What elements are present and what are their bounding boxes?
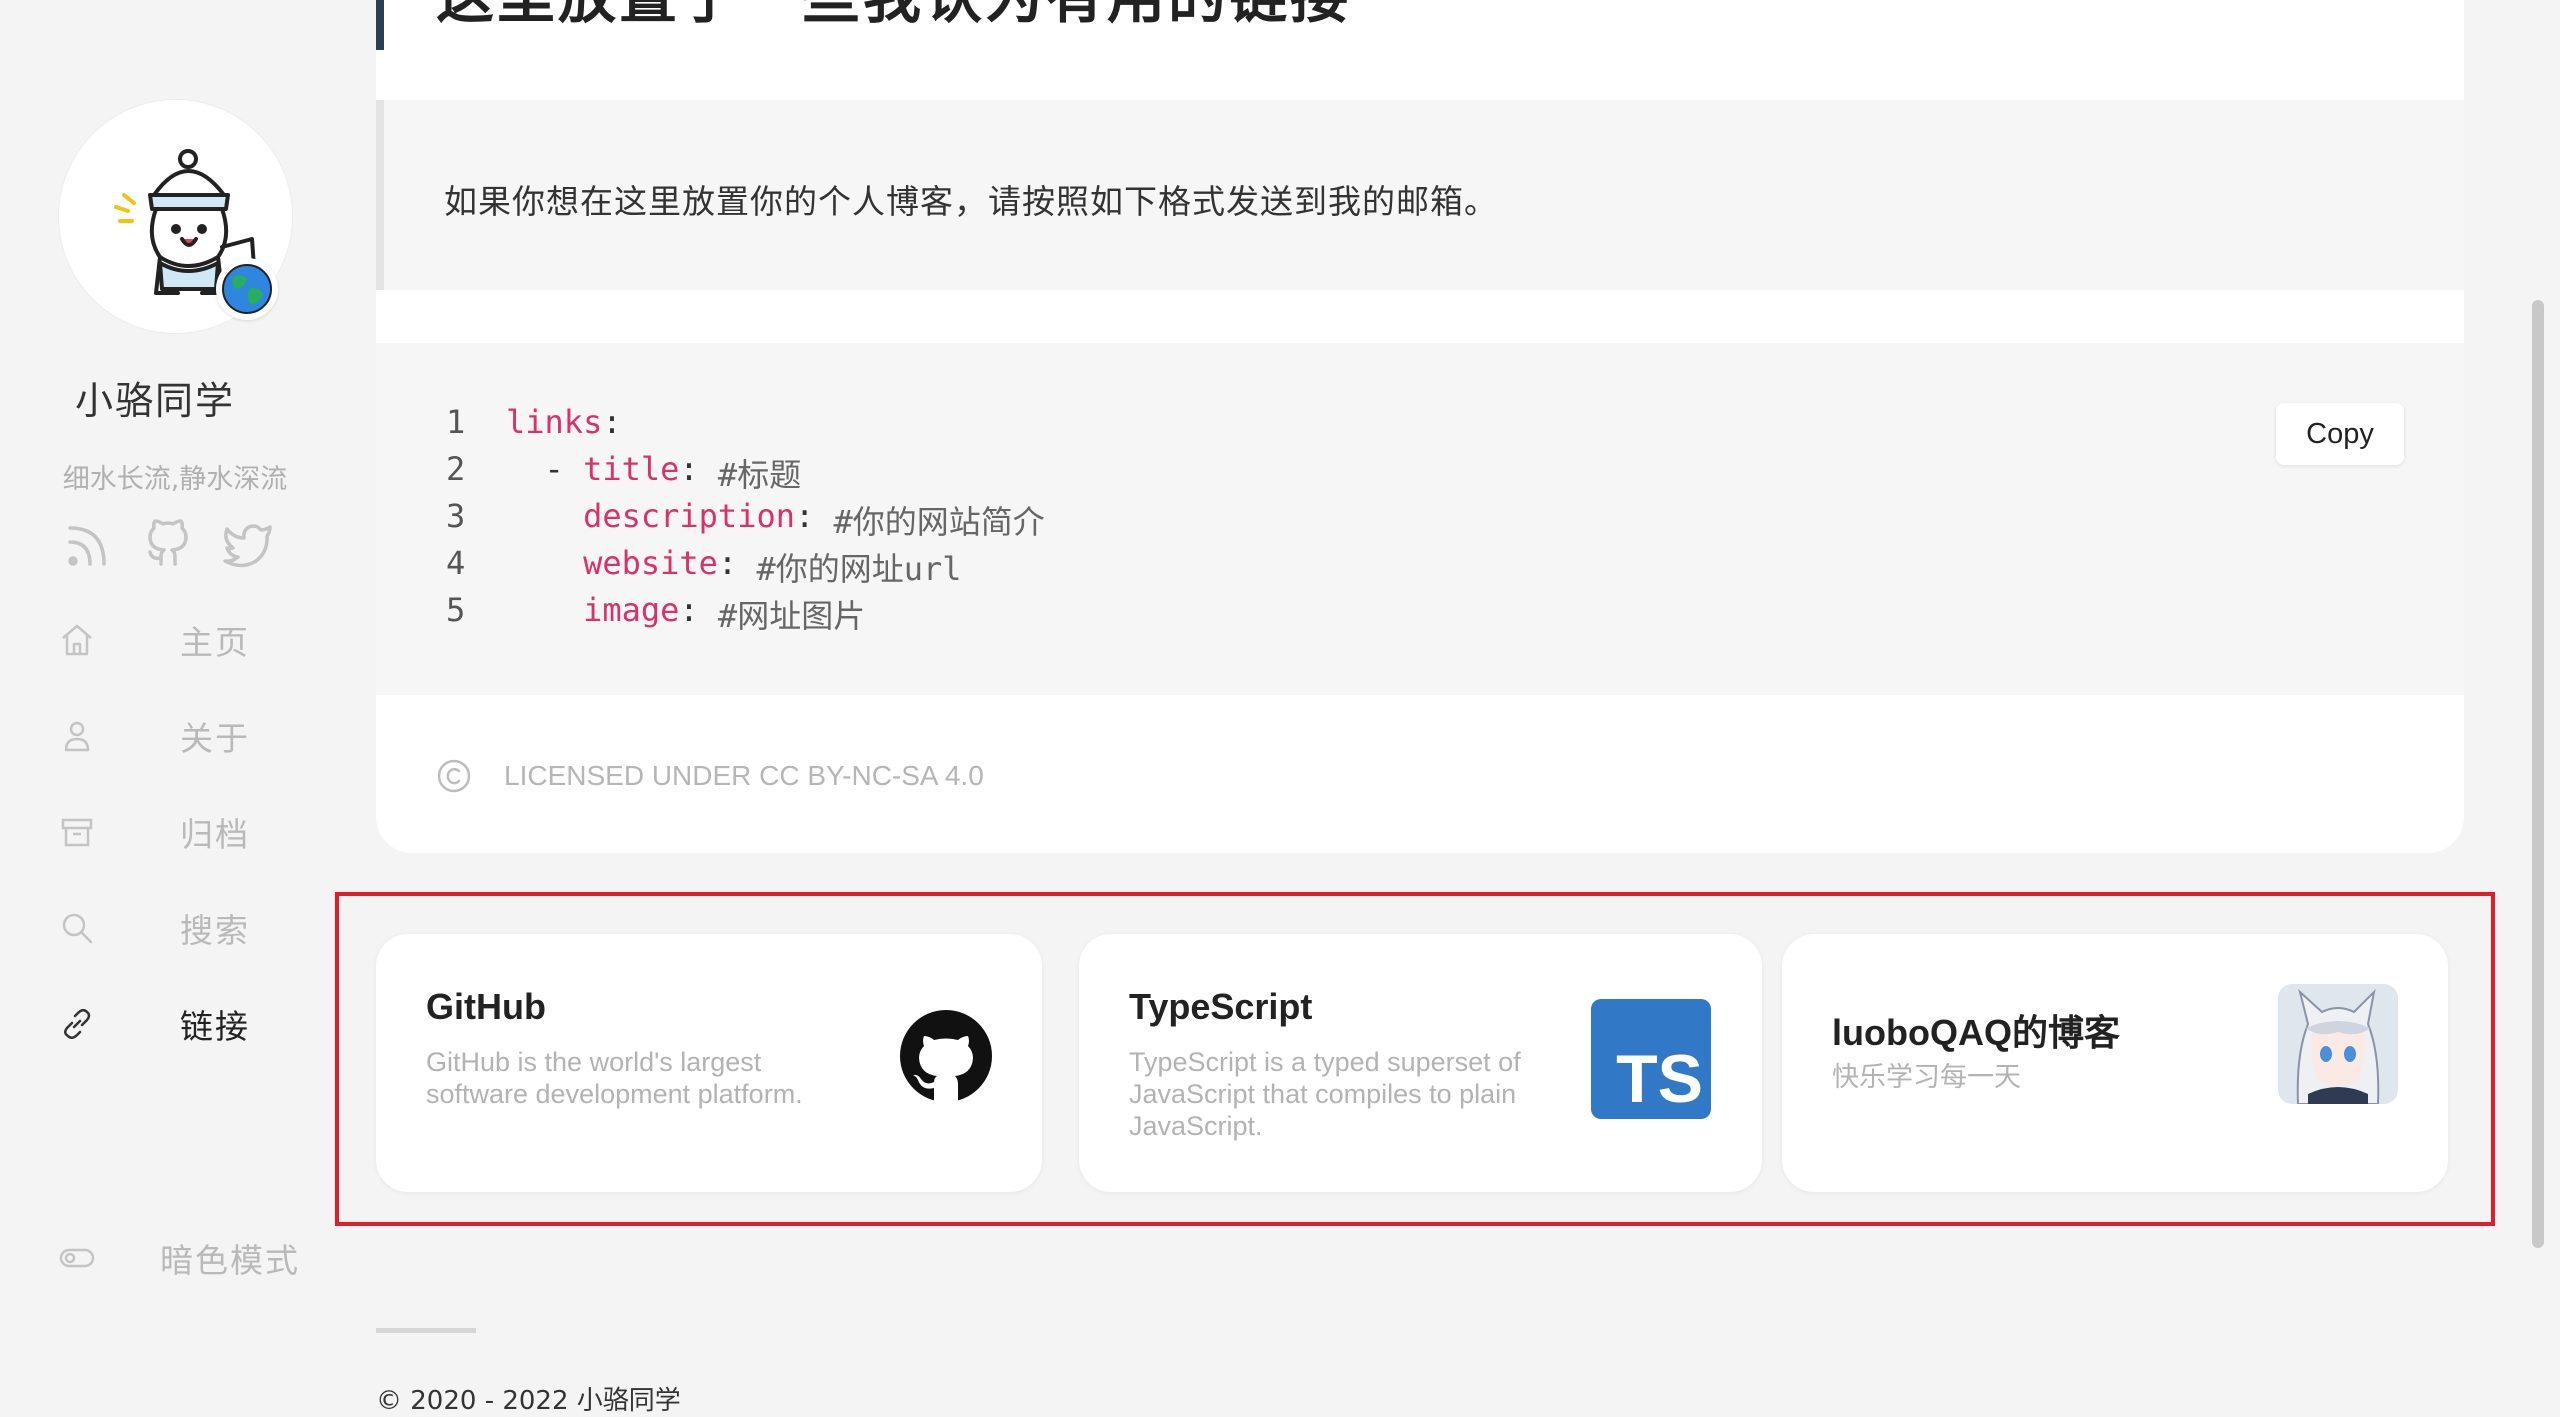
user-icon [64,721,90,752]
code-key: website [583,544,718,582]
footer-copyright: © 2020 - 2022 小骆同学 [376,1386,681,1416]
github-icon[interactable] [142,518,194,570]
nav-label-home: 主页 [180,623,250,662]
dark-mode-label: 暗色模式 [160,1241,300,1280]
site-name: 小骆同学 [74,379,235,423]
copyright-icon [437,759,471,793]
footer-divider [376,1328,476,1333]
home-icon [62,624,92,656]
title-accent-bar [376,0,384,50]
anime-avatar-image [2278,984,2398,1104]
line-number: 2 [446,450,466,488]
card-description: GitHub is the world's largest software d… [426,1047,803,1109]
code-sep: : [679,591,718,629]
card-title: TypeScript [1129,986,1313,1027]
code-sep: : [717,544,757,582]
line-number: 5 [446,591,466,629]
code-comment: #标题 [717,456,802,494]
link-icon [64,1009,91,1039]
rss-icon[interactable] [62,518,114,570]
typescript-logo-icon: TS [1591,999,1711,1119]
code-line: 4 website: #你的网址url [446,544,1045,591]
code-block: 1 links: 2 - title: #标题 3 description: #你… [376,343,2464,695]
dark-mode-toggle[interactable]: 暗色模式 [58,1228,318,1288]
search-icon [62,913,93,944]
scrollbar[interactable] [2532,300,2544,1248]
globe-badge-icon [216,258,278,320]
code-line: 2 - title: #标题 [446,450,1045,497]
page-title: 这里放置了一些我认为有用的链接 [436,0,1351,34]
nav-item-links[interactable]: 链接 [58,994,318,1054]
code-key: title [583,450,680,488]
social-links [62,518,274,570]
line-number: 4 [446,544,466,582]
card-description: TypeScript is a typed superset of JavaSc… [1129,1047,1521,1141]
code-comment: #你的网址url [756,550,962,588]
nav-label-search: 搜索 [180,911,250,950]
twitter-icon[interactable] [222,518,274,570]
link-card-github[interactable]: GitHub GitHub is the world's largest sof… [376,934,1042,1192]
nav-item-about[interactable]: 关于 [58,706,318,766]
code-comment: #你的网站简介 [833,503,1045,541]
nav-label-links: 链接 [180,1007,250,1046]
card-description: 快乐学习每一天 [1832,1062,2021,1093]
nav-item-search[interactable]: 搜索 [58,898,318,958]
quote-text: 如果你想在这里放置你的个人博客，请按照如下格式发送到我的邮箱。 [444,182,1498,221]
card-title: luoboQAQ的博客 [1832,1012,2120,1053]
nav-label-archive: 归档 [180,815,250,854]
code-lines: 1 links: 2 - title: #标题 3 description: #你… [446,403,1045,638]
code-sep: : [679,450,718,488]
code-sep: : [794,497,834,535]
license-info: LICENSED UNDER CC BY-NC-SA 4.0 [436,758,984,794]
article-card: 这里放置了一些我认为有用的链接 如果你想在这里放置你的个人博客，请按照如下格式发… [376,0,2464,853]
code-line: 3 description: #你的网站简介 [446,497,1045,544]
github-logo-icon [900,1010,992,1102]
copy-button[interactable]: Copy [2276,403,2404,465]
code-sep: : [602,403,622,441]
code-line: 5 image: #网址图片 [446,591,1045,638]
site-motto: 细水长流,静水深流 [62,464,288,495]
line-number: 3 [446,497,466,535]
code-key: links [506,403,603,441]
code-key: image [583,591,680,629]
code-line: 1 links: [446,403,1045,450]
nav-label-about: 关于 [180,719,250,758]
code-indent: - [506,450,584,488]
sidebar: 小骆同学 细水长流,静水深流 主页 关于 归档 搜索 链接 暗色模式 [0,0,330,1398]
nav-item-home[interactable]: 主页 [58,610,318,670]
code-comment: #网址图片 [717,597,866,635]
link-card-typescript[interactable]: TypeScript TypeScript is a typed superse… [1079,934,1762,1192]
line-number: 1 [446,403,466,441]
toggle-icon [59,1248,95,1268]
typescript-logo-text: TS [1616,1041,1703,1117]
link-card-luoboqaq[interactable]: luoboQAQ的博客 快乐学习每一天 [1782,934,2448,1192]
license-text[interactable]: LICENSED UNDER CC BY-NC-SA 4.0 [504,760,984,792]
nav-item-archive[interactable]: 归档 [58,802,318,862]
blockquote: 如果你想在这里放置你的个人博客，请按照如下格式发送到我的邮箱。 [376,100,2464,290]
card-title: GitHub [426,986,546,1027]
avatar[interactable] [59,100,292,333]
archive-icon [61,818,93,847]
code-key: description [583,497,795,535]
